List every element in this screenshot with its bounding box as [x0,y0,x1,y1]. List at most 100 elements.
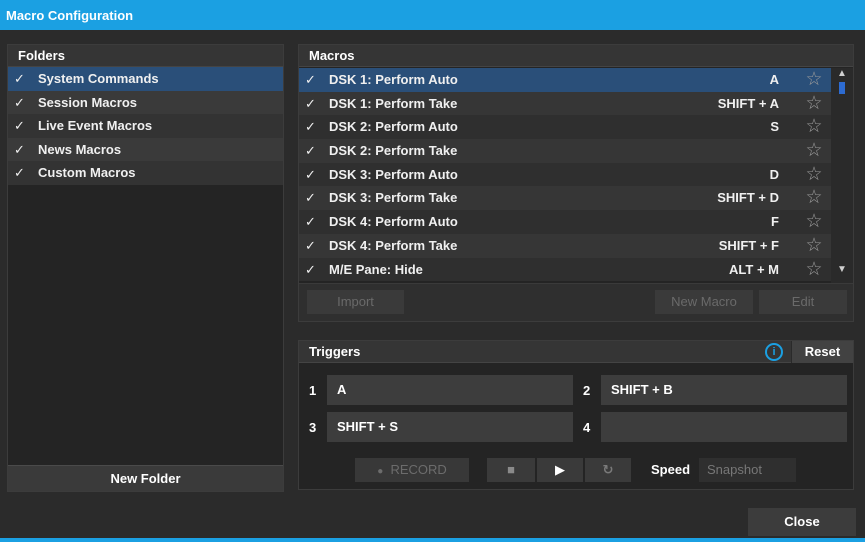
macro-hotkey: F [771,214,779,230]
trigger-number: 3 [309,420,317,435]
loop-icon: ↻ [602,462,614,477]
macro-row[interactable]: ✓ DSK 2: Perform Take ☆ [299,139,831,163]
speed-label: Speed [651,462,691,477]
trigger-field-4[interactable] [601,412,847,442]
trigger-number: 2 [583,383,591,398]
macro-name: DSK 4: Perform Take [329,237,458,253]
stop-icon: ■ [507,462,515,477]
macro-button-bar: Import New Macro Edit [299,283,853,321]
macro-name: DSK 2: Perform Take [329,143,458,159]
folder-label: System Commands [38,71,159,86]
play-button[interactable]: ▶ [537,458,583,482]
trigger-number: 4 [583,420,591,435]
check-icon[interactable]: ✓ [14,91,38,115]
star-icon[interactable]: ☆ [803,68,825,92]
trigger-field-2[interactable]: SHIFT + B [601,375,847,405]
star-icon[interactable]: ☆ [803,92,825,116]
macro-hotkey: D [769,166,779,182]
check-icon[interactable]: ✓ [305,68,329,92]
star-icon[interactable]: ☆ [803,186,825,210]
macro-name: DSK 2: Perform Auto [329,119,458,135]
macros-panel: Macros ✓ DSK 1: Perform Auto A ☆ ✓ DSK 1: … [298,44,854,322]
folder-label: Session Macros [38,94,137,110]
macro-row[interactable]: ✓ DSK 3: Perform Auto D ☆ [299,162,831,187]
folder-label: Live Event Macros [38,118,153,133]
macro-list[interactable]: ✓ DSK 1: Perform Auto A ☆ ✓ DSK 1: Perform… [299,68,831,285]
macro-row[interactable]: ✓ DSK 1: Perform Auto A ☆ [299,68,831,92]
play-icon: ▶ [555,462,565,477]
macro-row[interactable]: ✓ M/E Pane: Hide ALT + M ☆ [299,257,831,282]
check-icon[interactable]: ✓ [305,139,329,163]
macro-name: DSK 3: Perform Take [329,190,458,206]
scroll-thumb[interactable] [839,82,845,94]
folder-item-session-macros[interactable]: ✓ Session Macros [8,90,283,115]
check-icon[interactable]: ✓ [14,67,38,91]
folders-panel: Folders ✓ System Commands ✓ Session Macros… [7,44,284,492]
check-icon[interactable]: ✓ [305,258,329,282]
loop-button[interactable]: ↻ [585,458,631,482]
edit-button[interactable]: Edit [759,290,847,314]
check-icon[interactable]: ✓ [305,186,329,210]
macro-row[interactable]: ✓ DSK 1: Perform Take SHIFT + A ☆ [299,91,831,116]
record-button[interactable]: ● RECORD [355,458,469,482]
check-icon[interactable]: ✓ [305,210,329,234]
speed-select[interactable]: Snapshot [699,458,796,482]
star-icon[interactable]: ☆ [803,210,825,234]
macro-hotkey: SHIFT + F [718,237,779,253]
window-bottom-edge [0,538,865,542]
import-button[interactable]: Import [307,290,404,314]
star-icon[interactable]: ☆ [803,139,825,163]
folder-list: ✓ System Commands ✓ Session Macros ✓ Live E… [8,67,283,185]
close-button[interactable]: Close [748,508,856,536]
stop-button[interactable]: ■ [487,458,535,482]
reset-button[interactable]: Reset [791,341,853,363]
trigger-field-1[interactable]: A [327,375,573,405]
macro-hotkey: ALT + M [729,261,779,277]
check-icon[interactable]: ✓ [305,163,329,187]
triggers-title: Triggers [309,344,361,359]
folder-label: News Macros [38,141,122,157]
check-icon[interactable]: ✓ [305,115,329,139]
folder-label: Custom Macros [38,165,136,180]
macro-name: DSK 3: Perform Auto [329,166,458,182]
macro-row[interactable]: ✓ DSK 4: Perform Take SHIFT + F ☆ [299,233,831,258]
macro-hotkey: A [769,72,779,87]
star-icon[interactable]: ☆ [803,258,825,282]
macro-row[interactable]: ✓ DSK 3: Perform Take SHIFT + D ☆ [299,186,831,211]
record-dot-icon: ● [377,466,384,477]
scroll-down-arrow-icon[interactable]: ▼ [831,264,853,276]
macro-row[interactable]: ✓ DSK 2: Perform Auto S ☆ [299,115,831,140]
macro-hotkey: SHIFT + D [717,190,779,206]
macro-row[interactable]: ✓ DSK 4: Perform Auto F ☆ [299,210,831,234]
triggers-panel: Triggers i Reset 1 A 2 SHIFT + B 3 SHIFT… [298,340,854,490]
trigger-number: 1 [309,383,317,398]
folder-item-live-event-macros[interactable]: ✓ Live Event Macros [8,114,283,138]
trigger-field-3[interactable]: SHIFT + S [327,412,573,442]
check-icon[interactable]: ✓ [305,234,329,258]
macro-name: DSK 4: Perform Auto [329,214,458,230]
window-title: Macro Configuration [0,0,865,30]
macros-header: Macros [299,45,853,67]
new-folder-button[interactable]: New Folder [8,465,283,491]
check-icon[interactable]: ✓ [14,138,38,162]
macro-name: DSK 1: Perform Take [329,95,458,111]
star-icon[interactable]: ☆ [803,234,825,258]
macro-name: DSK 1: Perform Auto [329,72,458,87]
info-icon[interactable]: i [765,343,783,361]
scroll-up-arrow-icon[interactable]: ▲ [831,68,853,80]
folder-item-system-commands[interactable]: ✓ System Commands [8,67,283,91]
folder-item-news-macros[interactable]: ✓ News Macros [8,137,283,162]
macro-scrollbar[interactable]: ▲ ▼ [831,68,853,290]
star-icon[interactable]: ☆ [803,115,825,139]
folder-item-custom-macros[interactable]: ✓ Custom Macros [8,161,283,185]
check-icon[interactable]: ✓ [305,92,329,116]
record-label: RECORD [390,462,447,477]
new-macro-button[interactable]: New Macro [655,290,753,314]
folders-header: Folders [8,45,283,67]
macro-hotkey: SHIFT + A [717,95,779,111]
macro-name: M/E Pane: Hide [329,261,423,277]
check-icon[interactable]: ✓ [14,114,38,138]
check-icon[interactable]: ✓ [14,161,38,185]
triggers-header: Triggers i Reset [299,341,853,363]
star-icon[interactable]: ☆ [803,163,825,187]
